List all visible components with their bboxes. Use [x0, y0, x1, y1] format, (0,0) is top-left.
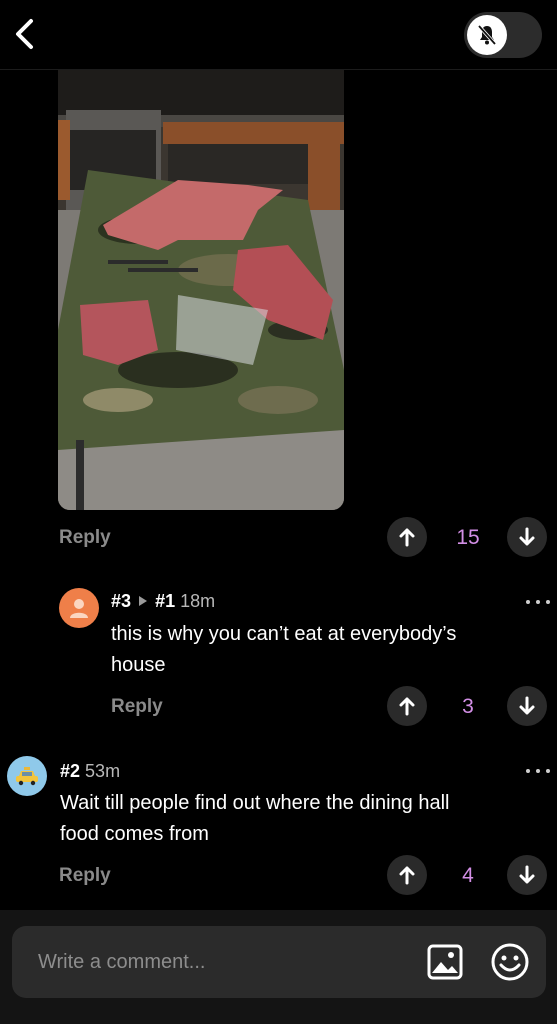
dot: [526, 769, 530, 773]
downvote-button[interactable]: [507, 686, 547, 726]
top-bar: [0, 0, 557, 70]
avatar[interactable]: [59, 588, 99, 628]
reply-button[interactable]: Reply: [111, 696, 163, 718]
emoji-button[interactable]: [490, 942, 530, 982]
more-options-button[interactable]: [526, 765, 550, 777]
comment-line: this is why you can’t eat at everybody’s: [111, 623, 457, 645]
taxi-icon: [16, 767, 38, 786]
attach-image-button[interactable]: [426, 943, 464, 981]
arrow-up-icon: [399, 697, 415, 716]
upvote-button[interactable]: [387, 855, 427, 895]
post-vote-count: 15: [456, 526, 480, 549]
bell-slash-icon: [477, 24, 497, 46]
post-image[interactable]: [58, 70, 344, 510]
reply-button[interactable]: Reply: [59, 865, 111, 887]
comment-body: this is why you can’t eat at everybody’s…: [111, 619, 541, 681]
more-options-button[interactable]: [526, 596, 550, 608]
dot: [536, 600, 540, 604]
vote-count: 3: [462, 695, 474, 718]
arrow-up-icon: [399, 866, 415, 885]
comment-input[interactable]: [12, 926, 402, 998]
comment-id: #2: [60, 761, 81, 781]
back-button[interactable]: [8, 14, 42, 54]
post-downvote-button[interactable]: [507, 517, 547, 557]
mute-toggle[interactable]: [464, 12, 542, 58]
arrow-down-icon: [519, 696, 535, 715]
dot: [536, 769, 540, 773]
comment-meta: #2 53m: [60, 761, 120, 782]
comment-id: #3: [111, 591, 132, 611]
chevron-left-icon: [16, 19, 33, 49]
comment-line: house: [111, 654, 166, 676]
post-reply-button[interactable]: Reply: [59, 527, 111, 549]
post-image-graphic: [58, 70, 344, 510]
post-upvote-button[interactable]: [387, 517, 427, 557]
comment-time: 53m: [85, 761, 121, 781]
parent-comment-id: #1: [155, 591, 176, 611]
downvote-button[interactable]: [507, 855, 547, 895]
comment-body: Wait till people find out where the dini…: [60, 788, 540, 850]
comment-line: Wait till people find out where the dini…: [60, 792, 450, 814]
comment-composer-bar: [0, 910, 557, 1024]
dot: [526, 600, 530, 604]
dot: [546, 769, 550, 773]
upvote-button[interactable]: [387, 686, 427, 726]
arrow-down-icon: [519, 865, 535, 884]
avatar[interactable]: [7, 756, 47, 796]
image-icon: [427, 944, 463, 980]
vote-count: 4: [462, 864, 474, 887]
comment-time: 18m: [180, 591, 216, 611]
emoji-icon: [491, 943, 529, 981]
reply-arrow-icon: [139, 596, 148, 606]
comment-line: food comes from: [60, 823, 209, 845]
comment-meta: #3 #1 18m: [111, 591, 215, 612]
arrow-up-icon: [399, 528, 415, 547]
arrow-down-icon: [519, 527, 535, 546]
dot: [546, 600, 550, 604]
user-icon: [70, 599, 88, 618]
comment-composer: [12, 926, 546, 998]
mute-knob: [467, 15, 507, 55]
